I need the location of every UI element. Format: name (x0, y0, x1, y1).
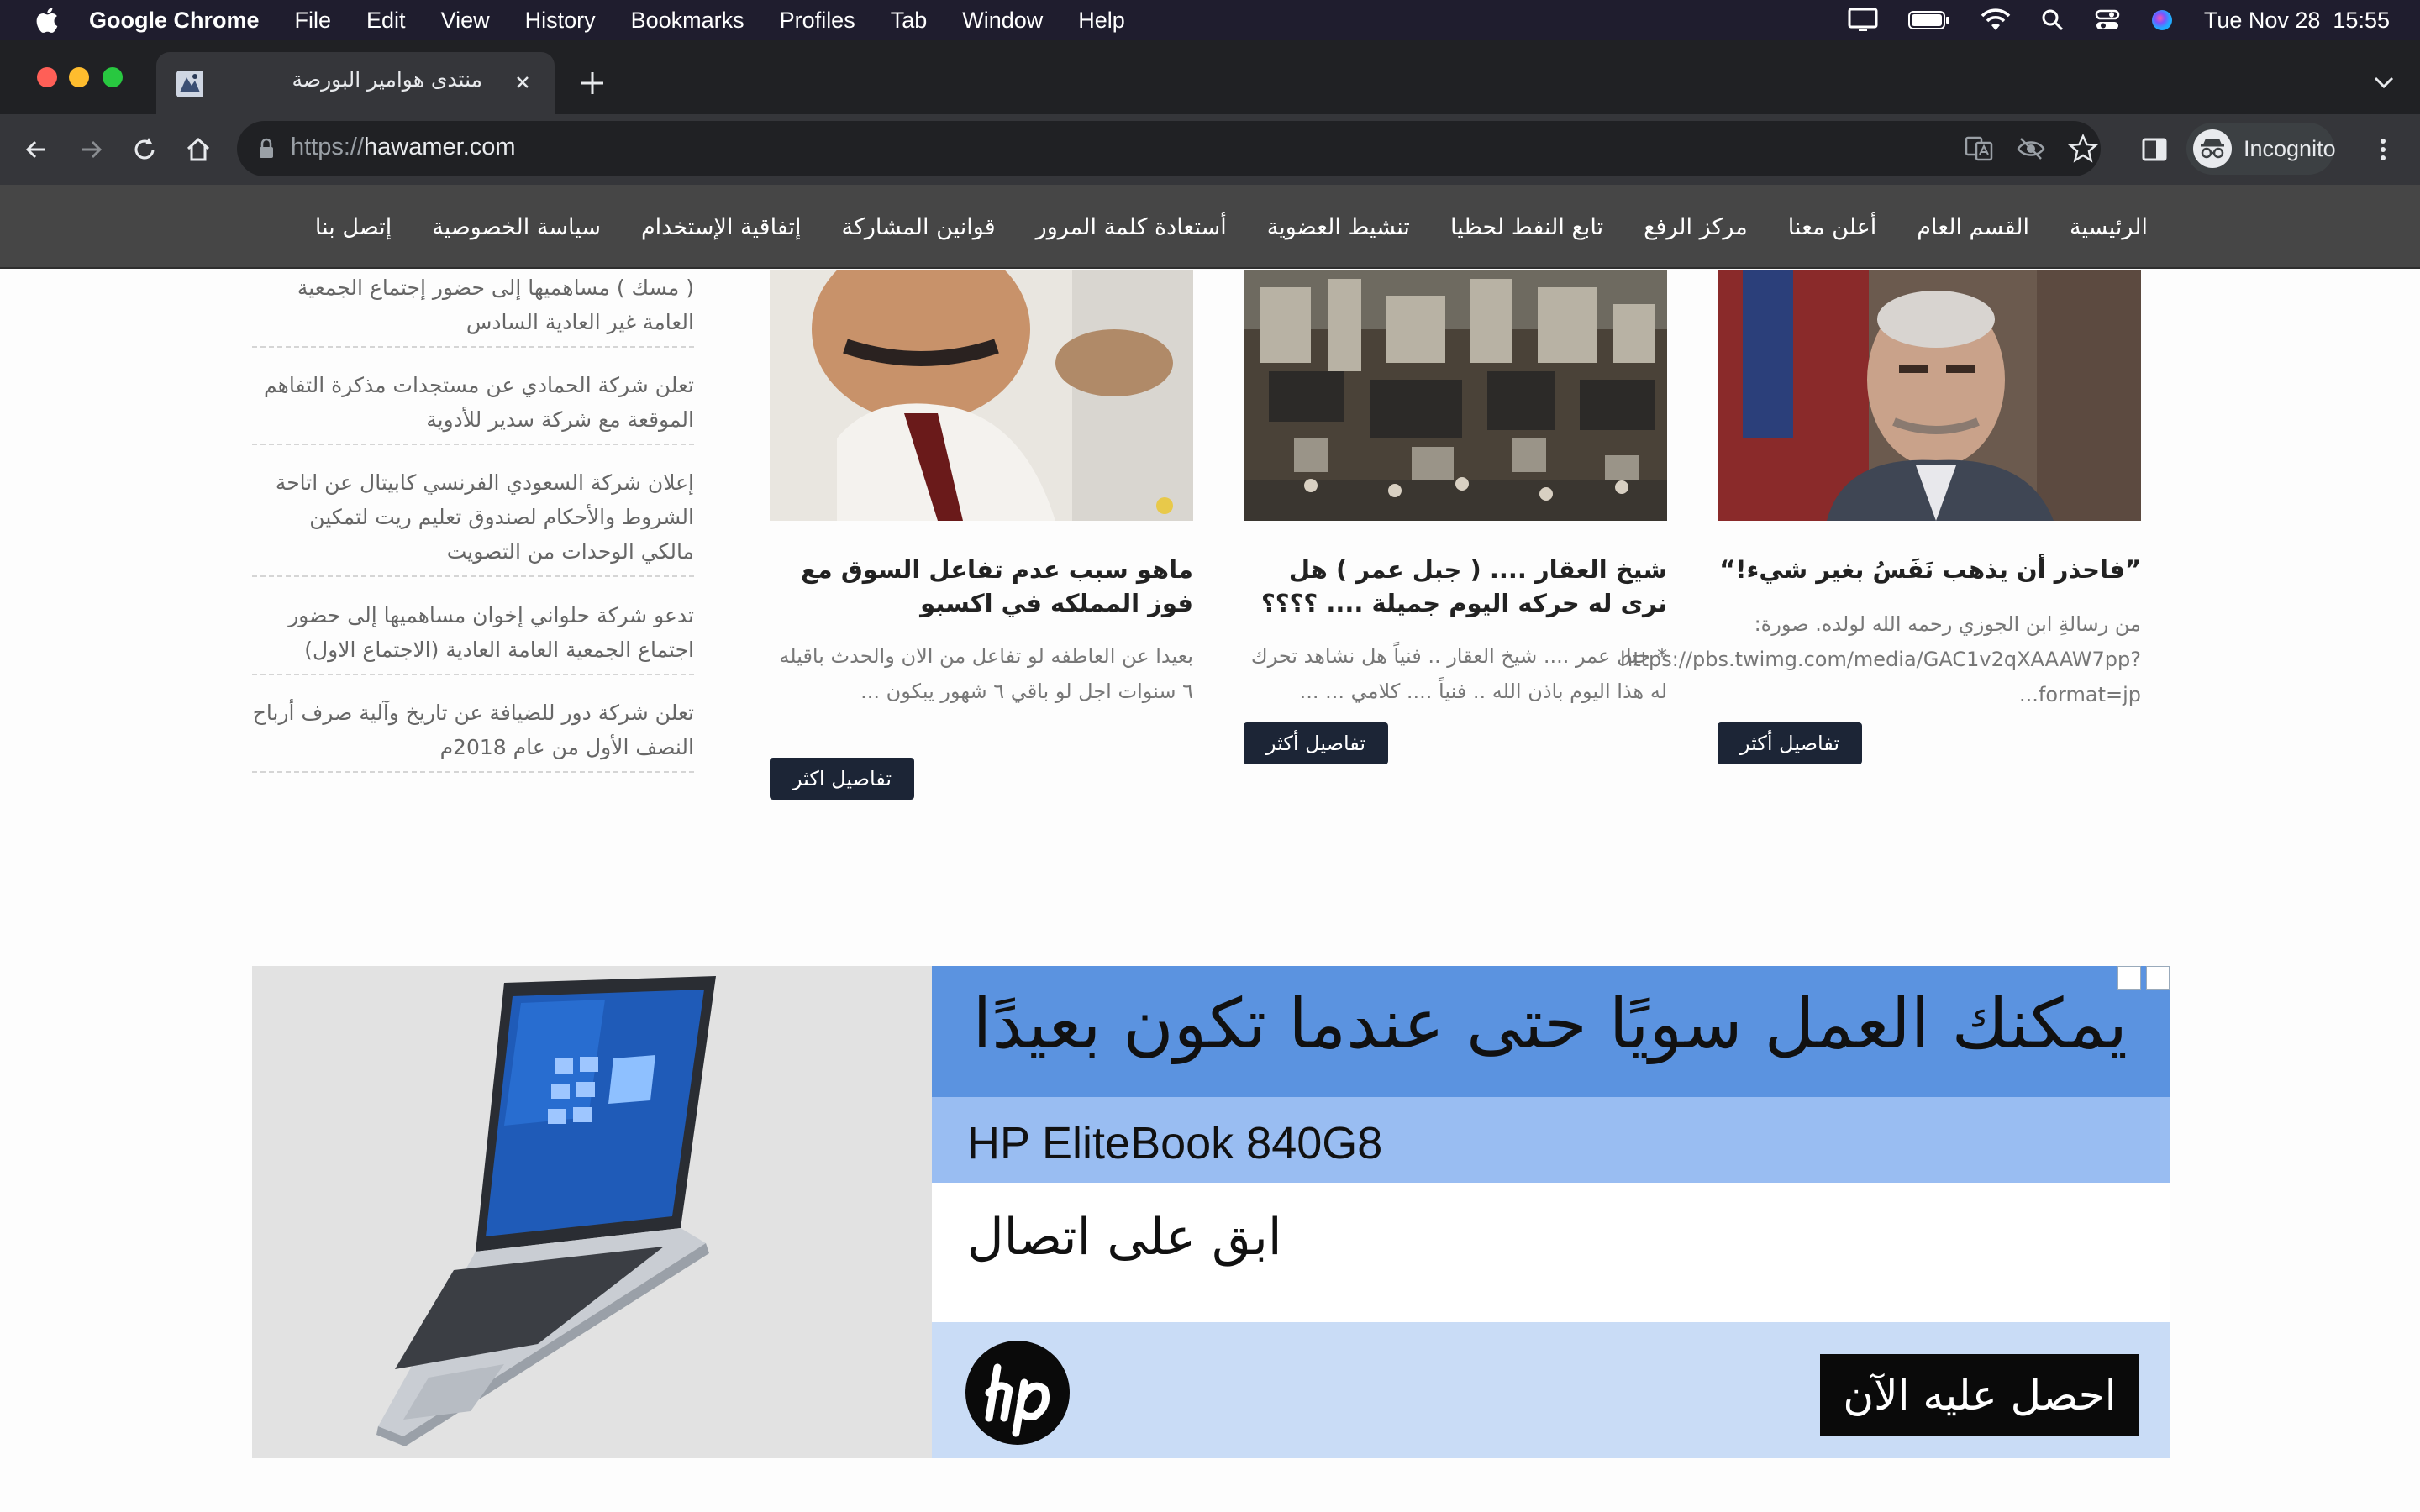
menu-help[interactable]: Help (1078, 8, 1125, 34)
battery-icon[interactable] (1907, 10, 1950, 30)
browser-tab-active[interactable]: منتدى هوامير البورصة (156, 52, 555, 114)
article-image[interactable] (770, 270, 1193, 521)
article-title[interactable]: ماهو سبب عدم تفاعل السوق مع فوز المملكه … (770, 553, 1193, 620)
display-icon[interactable] (1848, 8, 1878, 33)
url-text[interactable]: https://hawamer.com (291, 134, 516, 161)
reload-icon[interactable] (128, 133, 161, 166)
ad-info-icon[interactable] (2118, 966, 2141, 990)
menu-tab[interactable]: Tab (891, 8, 928, 34)
article-image[interactable] (1244, 270, 1667, 521)
siri-icon[interactable] (2150, 8, 2174, 32)
incognito-label: Incognito (2244, 135, 2336, 161)
article-excerpt: * جبل عمر .... شيخ العقار .. فنياً هل نش… (1250, 644, 1667, 703)
hp-logo-icon (965, 1341, 1070, 1445)
article-excerpt: من رسالةِ ابن الجوزي رحمه الله لولده. صو… (1619, 612, 2141, 706)
window-zoom-button[interactable] (103, 67, 123, 87)
menu-file[interactable]: File (295, 8, 332, 34)
ad-close-icon[interactable] (2146, 966, 2170, 990)
new-tab-plus-icon[interactable] (578, 69, 607, 97)
nav-item-posting-rules[interactable]: قوانين المشاركة (841, 214, 995, 240)
tab-close-icon[interactable] (509, 69, 536, 96)
window-close-button[interactable] (37, 67, 57, 87)
ad-tagline: ابق على اتصال (967, 1208, 1282, 1267)
nav-item-advertise[interactable]: أعلن معنا (1788, 214, 1877, 240)
sidebar-news-item[interactable]: ( مسك ) مساهميها إلى حضور إجتماع الجمعية… (252, 270, 694, 348)
site-navigation-bar: الرئيسية القسم العام أعلن معنا مركز الرف… (0, 185, 2420, 269)
url-scheme: https:// (291, 134, 365, 160)
hp-advertisement-banner[interactable]: يمكنك العمل سويًا حتى عندما تكون بعيدًا … (252, 966, 2170, 1458)
incognito-profile-button[interactable]: Incognito (2186, 123, 2336, 175)
lock-icon[interactable] (257, 138, 276, 160)
nav-item-upload-center[interactable]: مركز الرفع (1644, 214, 1748, 240)
ad-text-panel: يمكنك العمل سويًا حتى عندما تكون بعيدًا … (932, 966, 2170, 1458)
menu-app-name[interactable]: Google Chrome (89, 8, 260, 34)
wifi-icon[interactable] (1981, 8, 2011, 32)
forward-arrow-icon[interactable] (74, 133, 108, 166)
macos-menu-bar: Google Chrome File Edit View History Boo… (0, 0, 2420, 40)
menu-window[interactable]: Window (962, 8, 1043, 34)
sidebar-news-item[interactable]: تدعو شركة حلواني إخوان مساهميها إلى حضور… (252, 598, 694, 675)
nav-item-password-recovery[interactable]: أستعادة كلمة المرور (1036, 214, 1227, 240)
chrome-menu-kebab-icon[interactable] (2366, 133, 2400, 166)
nav-item-contact-us[interactable]: إتصل بنا (315, 214, 392, 240)
nav-item-home[interactable]: الرئيسية (2070, 214, 2148, 240)
home-icon[interactable] (182, 133, 215, 166)
laptop-image (252, 966, 932, 1458)
menu-profiles[interactable]: Profiles (780, 8, 855, 34)
sidebar-news-item[interactable]: تعلن شركة الحمادي عن مستجدات مذكرة التفا… (252, 368, 694, 445)
ad-choices-controls (2118, 966, 2170, 990)
back-arrow-icon[interactable] (20, 133, 54, 166)
url-host: hawamer.com (364, 134, 516, 160)
article-details-button[interactable]: تفاصيل اكثر (770, 758, 914, 800)
sidebar-news-item[interactable]: تعلن شركة دور للضيافة عن تاريخ وآلية صرف… (252, 696, 694, 773)
window-minimize-button[interactable] (69, 67, 89, 87)
tab-search-chevron-down-icon[interactable] (2371, 72, 2396, 92)
site-favicon-icon (176, 71, 203, 97)
ad-product-model: HP EliteBook 840G8 (967, 1118, 1383, 1168)
translate-icon[interactable] (1963, 133, 1995, 165)
third-party-cookies-blocked-eye-icon[interactable] (2015, 133, 2047, 165)
incognito-avatar-icon (2193, 129, 2232, 168)
article-details-button[interactable]: تفاصيل أكثر (1718, 722, 1862, 764)
nav-item-oil-live[interactable]: تابع النفط لحظيا (1450, 214, 1603, 240)
article-excerpt: بعيدا عن العاطفه لو تفاعل من الان والحدث… (779, 644, 1193, 703)
ad-headline: يمكنك العمل سويًا حتى عندما تكون بعيدًا (972, 984, 2128, 1064)
article-title[interactable]: ”فاحذر أن يذهب نَفَسُ بغير شيء!“ (1718, 553, 2141, 586)
menu-edit[interactable]: Edit (366, 8, 406, 34)
menu-view[interactable]: View (441, 8, 490, 34)
nav-item-terms-of-use[interactable]: إتفاقية الإستخدام (641, 214, 802, 240)
article-details-button[interactable]: تفاصيل أكثر (1244, 722, 1388, 764)
article-title[interactable]: شيخ العقار .... ( جبل عمر ) هل نرى له حر… (1244, 553, 1667, 620)
tab-title: منتدى هوامير البورصة (292, 67, 482, 92)
nav-item-activate-membership[interactable]: تنشيط العضوية (1267, 214, 1410, 240)
control-center-icon[interactable] (2095, 8, 2120, 32)
menu-history[interactable]: History (525, 8, 596, 34)
menu-bookmarks[interactable]: Bookmarks (631, 8, 744, 34)
address-bar[interactable]: https://hawamer.com (237, 121, 2101, 176)
apple-logo-icon[interactable] (34, 6, 59, 34)
page-content: ”فاحذر أن يذهب نَفَسُ بغير شيء!“ من رسال… (0, 270, 2420, 1512)
ad-cta-button[interactable]: احصل عليه الآن (1820, 1354, 2139, 1436)
nav-item-privacy-policy[interactable]: سياسة الخصوصية (432, 214, 601, 240)
sidebar-news-item[interactable]: إعلان شركة السعودي الفرنسي كابيتال عن ات… (252, 465, 694, 577)
side-panel-icon[interactable] (2138, 133, 2171, 166)
menubar-clock[interactable]: Tue Nov 28 15:55 (2204, 8, 2390, 34)
bookmark-star-icon[interactable] (2067, 133, 2099, 165)
spotlight-search-icon[interactable] (2041, 8, 2065, 32)
article-image[interactable] (1718, 270, 2141, 521)
nav-item-general-section[interactable]: القسم العام (1917, 214, 2029, 240)
